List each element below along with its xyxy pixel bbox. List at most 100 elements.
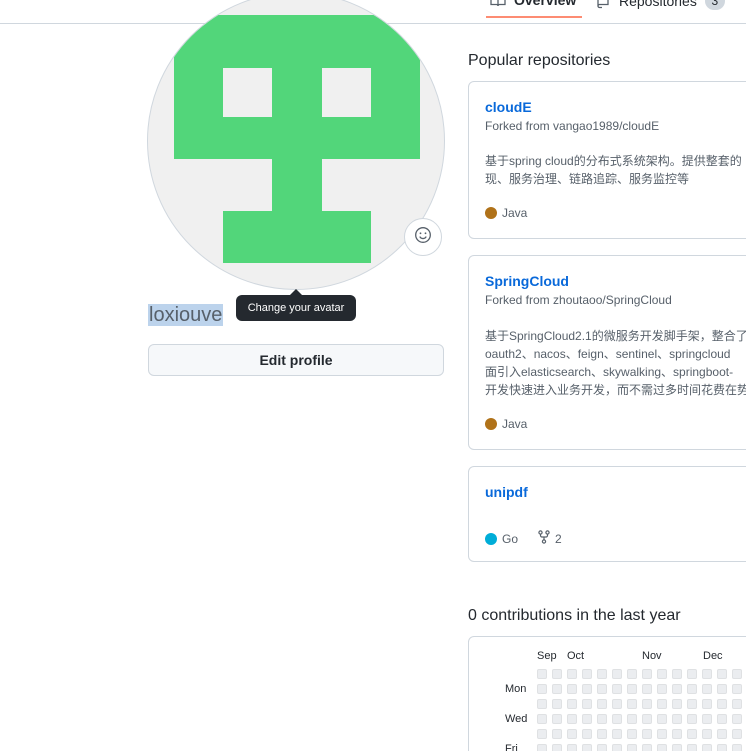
contribution-day-cell[interactable] xyxy=(657,744,667,751)
contribution-day-cell[interactable] xyxy=(582,684,592,694)
contribution-day-cell[interactable] xyxy=(717,714,727,724)
contribution-day-cell[interactable] xyxy=(582,699,592,709)
contribution-day-cell[interactable] xyxy=(567,714,577,724)
contribution-day-cell[interactable] xyxy=(687,714,697,724)
tab-repositories[interactable]: Repositories 3 xyxy=(595,0,725,10)
contribution-day-cell[interactable] xyxy=(597,714,607,724)
repo-meta: Go 2 xyxy=(485,530,562,547)
contribution-day-cell[interactable] xyxy=(672,669,682,679)
contribution-day-cell[interactable] xyxy=(552,684,562,694)
contribution-day-cell[interactable] xyxy=(612,684,622,694)
contribution-day-cell[interactable] xyxy=(702,684,712,694)
contribution-day-cell[interactable] xyxy=(537,729,547,739)
contribution-day-cell[interactable] xyxy=(732,699,742,709)
contribution-day-cell[interactable] xyxy=(597,684,607,694)
contribution-day-cell[interactable] xyxy=(732,744,742,751)
repo-description-line: 基于SpringCloud2.1的微服务开发脚手架，整合了 xyxy=(485,329,746,343)
contribution-day-cell[interactable] xyxy=(567,729,577,739)
contribution-day-cell[interactable] xyxy=(582,714,592,724)
repo-language: Java xyxy=(502,206,528,220)
contribution-day-cell[interactable] xyxy=(552,729,562,739)
contribution-day-cell[interactable] xyxy=(687,669,697,679)
contribution-day-cell[interactable] xyxy=(612,699,622,709)
contribution-day-cell[interactable] xyxy=(672,744,682,751)
contribution-day-cell[interactable] xyxy=(537,699,547,709)
contribution-day-cell[interactable] xyxy=(582,669,592,679)
contribution-day-cell[interactable] xyxy=(597,729,607,739)
contribution-day-cell[interactable] xyxy=(537,714,547,724)
contribution-day-cell[interactable] xyxy=(702,744,712,751)
repo-link[interactable]: unipdf xyxy=(485,484,528,500)
contribution-day-cell[interactable] xyxy=(732,669,742,679)
set-status-button[interactable] xyxy=(404,218,442,256)
contribution-day-cell[interactable] xyxy=(627,744,637,751)
contribution-day-cell[interactable] xyxy=(702,714,712,724)
contribution-day-cell[interactable] xyxy=(612,744,622,751)
contribution-day-cell[interactable] xyxy=(627,729,637,739)
contribution-day-cell[interactable] xyxy=(702,729,712,739)
contribution-day-cell[interactable] xyxy=(567,744,577,751)
tab-overview[interactable]: Overview xyxy=(485,0,583,18)
contribution-day-cell[interactable] xyxy=(657,699,667,709)
contribution-day-cell[interactable] xyxy=(702,669,712,679)
contribution-day-cell[interactable] xyxy=(717,729,727,739)
contribution-day-cell[interactable] xyxy=(537,684,547,694)
popular-repositories-heading: Popular repositories xyxy=(468,52,611,69)
contribution-day-cell[interactable] xyxy=(597,744,607,751)
contribution-day-cell[interactable] xyxy=(672,699,682,709)
contribution-day-cell[interactable] xyxy=(537,744,547,751)
contribution-day-cell[interactable] xyxy=(627,684,637,694)
contribution-day-cell[interactable] xyxy=(597,669,607,679)
contribution-day-cell[interactable] xyxy=(657,669,667,679)
contribution-day-cell[interactable] xyxy=(627,669,637,679)
contribution-day-cell[interactable] xyxy=(552,699,562,709)
contribution-day-cell[interactable] xyxy=(552,669,562,679)
contribution-day-cell[interactable] xyxy=(717,744,727,751)
contribution-day-cell[interactable] xyxy=(642,684,652,694)
contribution-day-cell[interactable] xyxy=(717,669,727,679)
contribution-day-cell[interactable] xyxy=(597,699,607,709)
contribution-day-cell[interactable] xyxy=(672,684,682,694)
contribution-day-cell[interactable] xyxy=(552,744,562,751)
contribution-day-cell[interactable] xyxy=(642,744,652,751)
contribution-day-cell[interactable] xyxy=(657,684,667,694)
contribution-day-cell[interactable] xyxy=(687,729,697,739)
contribution-day-cell[interactable] xyxy=(567,669,577,679)
repo-link[interactable]: cloudE xyxy=(485,99,532,115)
repo-forks-link[interactable]: 2 xyxy=(537,530,562,547)
contribution-day-cell[interactable] xyxy=(657,729,667,739)
contribution-day-cell[interactable] xyxy=(687,684,697,694)
contribution-day-cell[interactable] xyxy=(627,714,637,724)
repo-link[interactable]: SpringCloud xyxy=(485,273,569,289)
contribution-day-cell[interactable] xyxy=(732,684,742,694)
repositories-count-badge: 3 xyxy=(704,0,725,10)
contribution-day-cell[interactable] xyxy=(672,714,682,724)
repo-meta: Java xyxy=(485,417,527,431)
contribution-day-cell[interactable] xyxy=(612,714,622,724)
contribution-day-cell[interactable] xyxy=(732,714,742,724)
contribution-day-cell[interactable] xyxy=(642,729,652,739)
contribution-day-cell[interactable] xyxy=(672,729,682,739)
contribution-day-cell[interactable] xyxy=(687,744,697,751)
contribution-day-cell[interactable] xyxy=(642,714,652,724)
contribution-day-cell[interactable] xyxy=(552,714,562,724)
contribution-day-cell[interactable] xyxy=(582,729,592,739)
contribution-day-cell[interactable] xyxy=(612,669,622,679)
avatar[interactable] xyxy=(147,0,445,290)
contribution-day-cell[interactable] xyxy=(702,699,712,709)
contribution-day-cell[interactable] xyxy=(612,729,622,739)
contribution-day-cell[interactable] xyxy=(567,699,577,709)
edit-profile-button[interactable]: Edit profile xyxy=(148,344,444,376)
contribution-day-cell[interactable] xyxy=(627,699,637,709)
contribution-day-cell[interactable] xyxy=(657,714,667,724)
contribution-day-cell[interactable] xyxy=(732,729,742,739)
contribution-day-cell[interactable] xyxy=(582,744,592,751)
contribution-day-cell[interactable] xyxy=(717,699,727,709)
contribution-day-cell[interactable] xyxy=(687,699,697,709)
contribution-day-cell[interactable] xyxy=(567,684,577,694)
contribution-day-cell[interactable] xyxy=(642,669,652,679)
avatar-tooltip: Change your avatar xyxy=(236,289,356,321)
contribution-day-cell[interactable] xyxy=(642,699,652,709)
contribution-day-cell[interactable] xyxy=(537,669,547,679)
contribution-day-cell[interactable] xyxy=(717,684,727,694)
